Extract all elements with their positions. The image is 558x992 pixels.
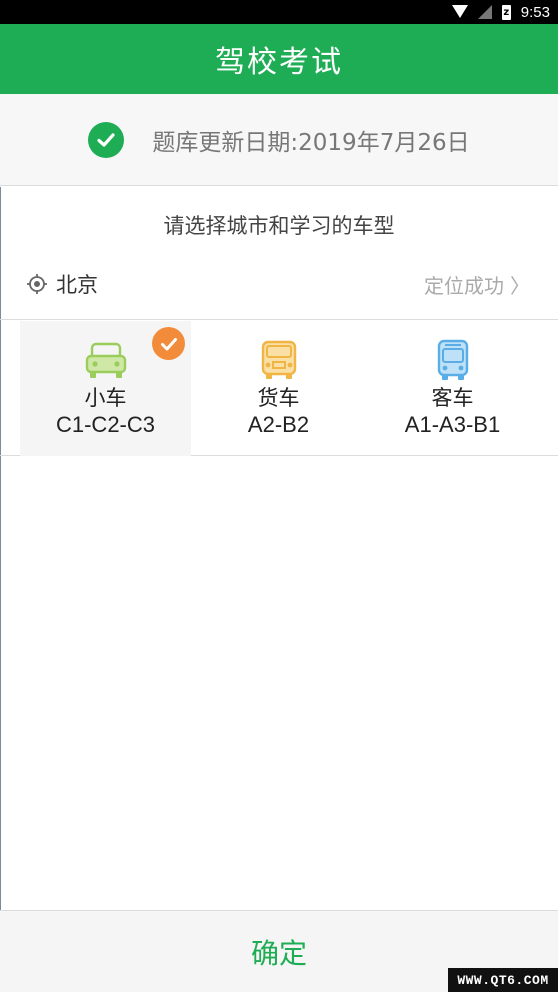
app-bar: 驾校考试 [0,24,558,94]
city-name: 北京 [56,273,98,297]
vehicle-license-code: C1-C2-C3 [55,412,156,437]
signal-icon [477,5,492,19]
chevron-right-icon: 〉 [510,273,530,298]
vehicle-option-truck[interactable]: 货车 A2-B2 [193,321,364,456]
vehicle-name: 客车 [431,386,474,410]
vehicle-name: 货车 [257,386,300,410]
vehicle-license-code: A2-B2 [247,412,310,437]
wifi-icon [451,5,468,19]
select-prompt: 请选择城市和学习的车型 [0,187,558,263]
location-status[interactable]: 定位成功 〉 [424,263,530,305]
vehicle-option-bus[interactable]: 客车 A1-A3-B1 [367,321,538,456]
status-bar: z 9:53 [0,0,558,24]
vehicle-license-code: A1-A3-B1 [404,412,501,437]
status-time: 9:53 [520,3,550,21]
update-banner: 题库更新日期:2019年7月26日 [0,94,558,186]
city-row[interactable]: 北京 定位成功 〉 [0,263,558,320]
truck-icon [257,339,301,383]
location-status-text: 定位成功 [424,273,504,298]
car-icon [84,339,128,383]
update-date-text: 题库更新日期:2019年7月26日 [152,129,470,156]
prompt-text: 请选择城市和学习的车型 [163,214,395,238]
confirm-button[interactable]: 确定 [251,932,307,972]
app-title: 驾校考试 [215,45,343,80]
city-selector[interactable]: 北京 [26,263,98,305]
status-icons: z 9:53 [451,0,550,24]
battery-icon: z [501,4,511,20]
vehicle-name: 小车 [84,386,127,410]
selected-check-icon [152,327,185,360]
locate-icon [26,273,48,295]
vehicle-type-row: 小车 C1-C2-C3 货车 A2-B2 客车 A1-A3-B1 [0,321,558,456]
bus-icon [431,339,475,383]
watermark: WWW.QT6.COM [448,968,558,992]
check-circle-icon [88,121,125,158]
